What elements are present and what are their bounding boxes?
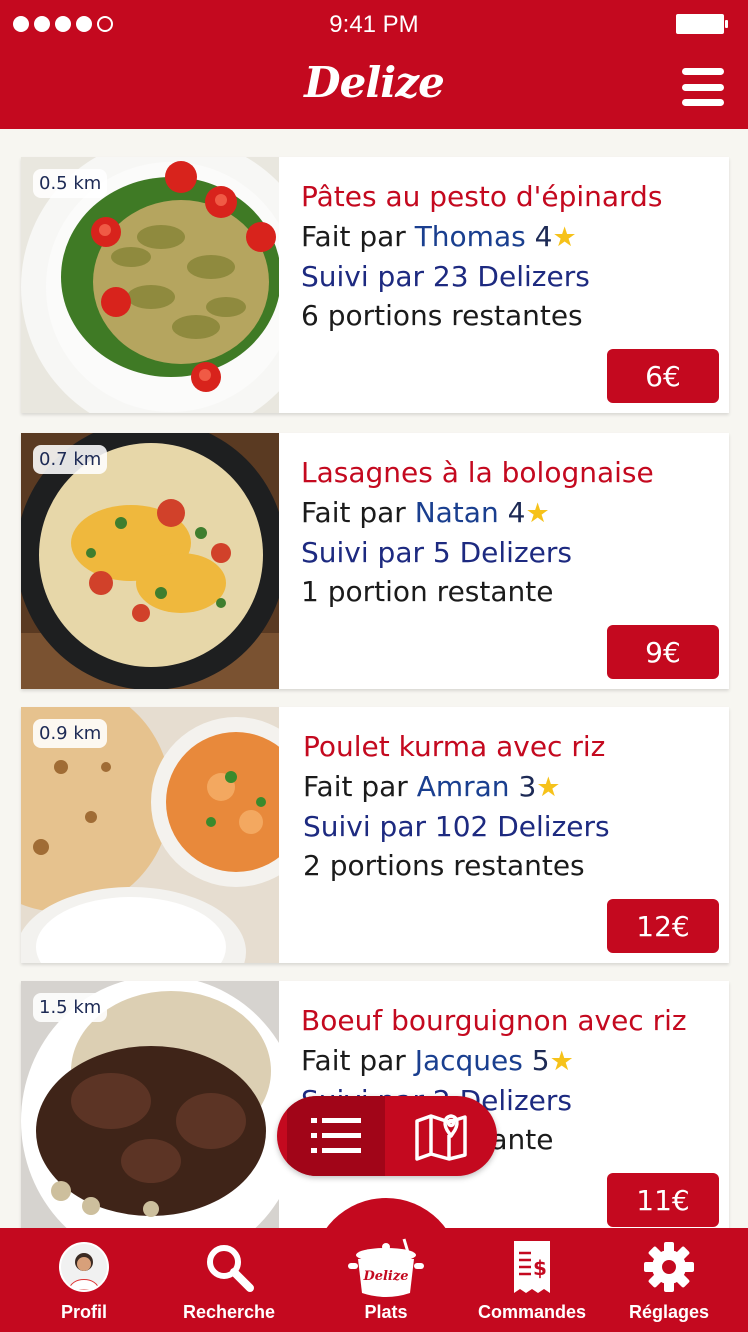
nav-label: Réglages [628, 1302, 710, 1322]
nav-label: Plats [364, 1302, 408, 1322]
nav-item-settings[interactable]: Réglages [594, 1232, 744, 1332]
app-logo: Delize [304, 58, 445, 107]
receipt-icon: $ [514, 1241, 550, 1293]
dish-title[interactable]: Boeuf bourguignon avec riz [301, 1001, 721, 1041]
dish-card[interactable]: 0.5 km Pâtes au pesto d'épinards Fait pa… [21, 157, 729, 413]
dish-title[interactable]: Poulet kurma avec riz [303, 727, 723, 767]
nav-label: Profil [60, 1302, 107, 1322]
dish-info: Pâtes au pesto d'épinards Fait par Thoma… [301, 177, 721, 335]
price-button[interactable]: 12€ [607, 899, 719, 953]
price-button[interactable]: 6€ [607, 349, 719, 403]
cook-name-link[interactable]: Thomas [415, 220, 526, 253]
list-view-button[interactable] [287, 1096, 385, 1176]
made-by-label: Fait par [301, 1044, 406, 1077]
portions-remaining: 1 portion restante [301, 575, 554, 608]
cook-rating: 4 [534, 220, 553, 253]
status-bar: 9:41 PM [0, 0, 748, 52]
star-icon: ★ [525, 498, 550, 529]
pot-logo-text: Delize [363, 1269, 409, 1284]
cook-rating: 5 [531, 1044, 550, 1077]
star-icon: ★ [552, 222, 577, 253]
star-icon: ★ [536, 772, 561, 803]
cook-name-link[interactable]: Jacques [415, 1044, 523, 1077]
dish-card[interactable]: 0.7 km Lasagnes à la bolognaise Fait par… [21, 433, 729, 689]
nav-label: Recherche [182, 1302, 276, 1322]
nav-item-dishes[interactable]: Delize Plats [311, 1232, 461, 1332]
dish-info: Poulet kurma avec riz Fait par Amran 3★ … [303, 727, 723, 885]
map-icon [415, 1114, 467, 1161]
svg-text:$: $ [533, 1256, 547, 1280]
followers-count: Suivi par 102 Delizers [303, 810, 610, 843]
portions-remaining: 6 portions restantes [301, 299, 583, 332]
star-icon: ★ [549, 1046, 574, 1077]
cook-line: Fait par Natan 4★ [301, 493, 721, 533]
distance-badge: 0.7 km [33, 445, 108, 474]
cook-line: Fait par Amran 3★ [303, 767, 723, 807]
view-toggle [277, 1096, 497, 1176]
nav-label: Commandes [477, 1302, 587, 1322]
app-header: 9:41 PM Delize [0, 0, 748, 129]
followers-count: Suivi par 23 Delizers [301, 260, 590, 293]
hamburger-menu-icon[interactable] [682, 68, 724, 106]
followers-count: Suivi par 5 Delizers [301, 536, 572, 569]
cooking-pot-icon [348, 1238, 424, 1297]
nav-item-profile[interactable]: Profil [9, 1232, 159, 1332]
battery-icon [676, 14, 728, 34]
dish-info: Lasagnes à la bolognaise Fait par Natan … [301, 453, 721, 611]
dish-title[interactable]: Pâtes au pesto d'épinards [301, 177, 721, 217]
list-icon [311, 1118, 361, 1153]
cook-name-link[interactable]: Amran [417, 770, 510, 803]
cook-line: Fait par Thomas 4★ [301, 217, 721, 257]
made-by-label: Fait par [303, 770, 408, 803]
nav-item-search[interactable]: Recherche [154, 1232, 304, 1332]
gear-icon [644, 1242, 694, 1292]
cook-rating: 4 [507, 496, 526, 529]
distance-badge: 0.5 km [33, 169, 108, 198]
cook-rating: 3 [518, 770, 537, 803]
cook-name-link[interactable]: Natan [415, 496, 499, 529]
dish-title[interactable]: Lasagnes à la bolognaise [301, 453, 721, 493]
distance-badge: 1.5 km [33, 993, 108, 1022]
avatar [59, 1242, 109, 1292]
search-icon [207, 1245, 254, 1292]
dish-card[interactable]: 0.9 km Poulet kurma avec riz Fait par Am… [21, 707, 729, 963]
price-button[interactable]: 9€ [607, 625, 719, 679]
distance-badge: 0.9 km [33, 719, 108, 748]
nav-item-orders[interactable]: $ Commandes [457, 1232, 607, 1332]
made-by-label: Fait par [301, 496, 406, 529]
map-view-button[interactable] [385, 1096, 497, 1176]
cook-line: Fait par Jacques 5★ [301, 1041, 721, 1081]
price-button[interactable]: 11€ [607, 1173, 719, 1227]
status-time: 9:41 PM [329, 11, 419, 38]
made-by-label: Fait par [301, 220, 406, 253]
portions-remaining: 2 portions restantes [303, 849, 585, 882]
